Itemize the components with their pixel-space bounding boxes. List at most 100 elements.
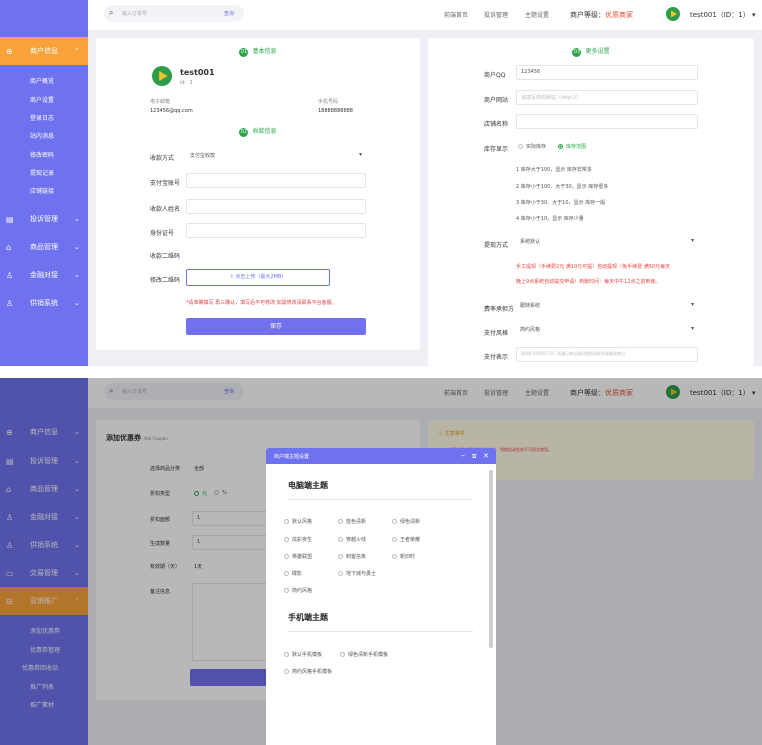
theme-option[interactable]: 默认风格 xyxy=(284,518,312,525)
nav-complaints[interactable]: 投诉管理 xyxy=(484,10,508,19)
phone-value: 18888888888 xyxy=(318,108,353,114)
radio-icon xyxy=(338,537,343,542)
complaint-icon: ▤ xyxy=(6,214,14,224)
sidebar-sub-withdraw[interactable]: 提现记录 xyxy=(30,168,54,177)
mobile-theme-option[interactable]: 默认手机模板 xyxy=(284,651,322,658)
withdraw-label: 提现方式 xyxy=(484,242,509,249)
radio-icon xyxy=(338,571,343,576)
option-label: 库存范围 xyxy=(566,144,587,150)
sidebar-item-finance[interactable]: ♙ 金融对接 ⌄ xyxy=(0,261,88,289)
sidebar-item-distribution[interactable]: ♙ 供销系统 ⌄ xyxy=(0,289,88,317)
section-number: 02 xyxy=(239,128,249,137)
nav-theme[interactable]: 主题设置 xyxy=(525,10,549,19)
mobile-theme-option[interactable]: 绿色清新手机模板 xyxy=(340,651,388,658)
radio-icon xyxy=(518,144,523,149)
search-input[interactable]: 输入订单号 xyxy=(122,10,147,17)
stock-option-range[interactable]: 库存范围 xyxy=(558,143,586,150)
section-number: 03 xyxy=(572,48,582,57)
radio-icon xyxy=(392,537,397,542)
theme-option[interactable]: 炫彩夜生 xyxy=(284,536,312,543)
sidebar-item-merchant-info[interactable]: ⊕ 商户信息 ⌃ xyxy=(0,37,88,65)
option-label: 英雄联盟 xyxy=(292,554,313,560)
modal-title: 商户端主题设置 xyxy=(274,454,310,460)
sidebar-sub-shop-link[interactable]: 店铺链接 xyxy=(30,186,54,195)
dropdown-icon: ▾ xyxy=(690,301,694,308)
section-title-receipt: 02 收款信息 xyxy=(96,126,420,137)
option-label: 实际库存 xyxy=(526,144,547,150)
sidebar-item-products[interactable]: ⌂ 商品管理 ⌄ xyxy=(0,233,88,261)
stock-option-actual[interactable]: 实际库存 xyxy=(518,143,546,150)
withdraw-note: 晚上9点系统自动提交申请）到账时间：每天中午12点之前到账。 xyxy=(516,279,661,285)
radio-icon xyxy=(284,571,289,576)
upload-label: 点击上传（最大2MB） xyxy=(235,274,287,280)
sidebar-label: 供销系统 xyxy=(30,299,58,307)
close-icon[interactable]: ✕ xyxy=(483,452,489,460)
option-label: 简约风格手机模板 xyxy=(292,669,333,675)
theme-option[interactable]: 碟影 xyxy=(284,570,302,577)
section-number: 01 xyxy=(239,48,249,57)
option-label: 穿越火线 xyxy=(346,537,367,543)
theme-option[interactable]: 新旧时 xyxy=(392,553,415,560)
mobile-theme-option[interactable]: 简约风格手机模板 xyxy=(284,668,332,675)
maximize-icon[interactable]: ⧉ xyxy=(472,453,476,461)
theme-option[interactable]: 英雄联盟 xyxy=(284,553,312,560)
email-label: 电子邮箱 xyxy=(150,99,171,105)
method-select[interactable]: 支付宝收款 ▾ xyxy=(186,149,366,164)
id-input[interactable] xyxy=(186,223,366,238)
user-menu[interactable]: test001（ID：1） ▾ xyxy=(690,10,755,20)
theme-option[interactable]: 绿色清新 xyxy=(392,518,420,525)
shop-label: 店铺名称 xyxy=(484,121,509,128)
search-button[interactable]: 查询 xyxy=(224,10,234,17)
pay-style-select[interactable]: 简约风格 ▾ xyxy=(516,323,698,338)
stock-rule: 4 库存小于10，显示 库存少量 xyxy=(516,216,584,222)
upload-button[interactable]: ⇪ 点击上传（最大2MB） xyxy=(186,269,330,286)
sidebar-sub-password[interactable]: 修改密码 xyxy=(30,150,54,159)
section-title-text: 收款信息 xyxy=(252,128,277,135)
option-label: 默认手机模板 xyxy=(292,652,323,658)
modal-scrollbar[interactable] xyxy=(489,470,493,648)
theme-option[interactable]: 地下城与勇士 xyxy=(338,570,376,577)
pay-ext-input[interactable]: 例如0-459597311 再遇订单出现问题前请联系客服或售后 xyxy=(516,347,698,362)
avatar-logo-icon xyxy=(666,7,680,21)
site-input[interactable]: 请填写你的网站（http://） xyxy=(516,90,698,105)
stock-rule: 3 库存小于30、大于10，显示 库存一般 xyxy=(516,200,606,206)
theme-option[interactable]: 王者荣耀 xyxy=(392,536,420,543)
sidebar-sub-login-log[interactable]: 登录日志 xyxy=(30,113,54,122)
option-label: 简约风格 xyxy=(292,588,313,594)
sidebar-sub-messages[interactable]: 站内消息 xyxy=(30,131,54,140)
theme-option[interactable]: 简约风格 xyxy=(284,587,312,594)
fee-label: 费率承担方 xyxy=(484,306,515,313)
radio-checked-icon xyxy=(558,144,563,149)
account-input[interactable] xyxy=(186,173,366,188)
fee-select[interactable]: 跟随系统 ▾ xyxy=(516,299,698,314)
sidebar-item-complaints[interactable]: ▤ 投诉管理 ⌄ xyxy=(0,205,88,233)
radio-icon xyxy=(392,554,397,559)
stock-rule: 2 库存小于100、大于30，显示 库存很多 xyxy=(516,184,609,190)
method-value: 支付宝收款 xyxy=(190,153,216,159)
sidebar-sub-overview[interactable]: 商户概览 xyxy=(30,76,54,85)
minimize-icon[interactable]: – xyxy=(461,451,465,460)
search-box[interactable]: ⌕ 输入订单号 查询 xyxy=(104,5,244,22)
theme-option[interactable]: 穿越火线 xyxy=(338,536,366,543)
chevron-down-icon: ⌄ xyxy=(74,299,80,307)
option-label: 默认风格 xyxy=(292,519,313,525)
option-label: 王者荣耀 xyxy=(400,537,421,543)
payee-input[interactable] xyxy=(186,199,366,214)
nav-home[interactable]: 前端首页 xyxy=(444,10,468,19)
theme-option[interactable]: 蓝色清新 xyxy=(338,518,366,525)
qq-input[interactable]: 123456 xyxy=(516,65,698,80)
profile-id: id：1 xyxy=(180,80,193,86)
theme-option[interactable]: 刺客信条 xyxy=(338,553,366,560)
option-label: 炫彩夜生 xyxy=(292,537,313,543)
caret-icon: ▾ xyxy=(751,11,756,19)
stock-label: 库存显示 xyxy=(484,146,509,153)
sidebar-label: 金融对接 xyxy=(30,271,58,279)
save-button[interactable]: 保存 xyxy=(186,318,366,335)
pc-theme-title: 电脑端主题 xyxy=(288,481,328,490)
withdraw-select[interactable]: 系统默认 ▾ xyxy=(516,235,698,250)
chevron-down-icon: ⌄ xyxy=(74,271,80,279)
shop-input[interactable] xyxy=(516,114,698,129)
qr-label: 收款二维码 xyxy=(150,253,181,260)
search-icon: ⌕ xyxy=(109,8,114,17)
sidebar-sub-settings[interactable]: 商户设置 xyxy=(30,95,54,104)
